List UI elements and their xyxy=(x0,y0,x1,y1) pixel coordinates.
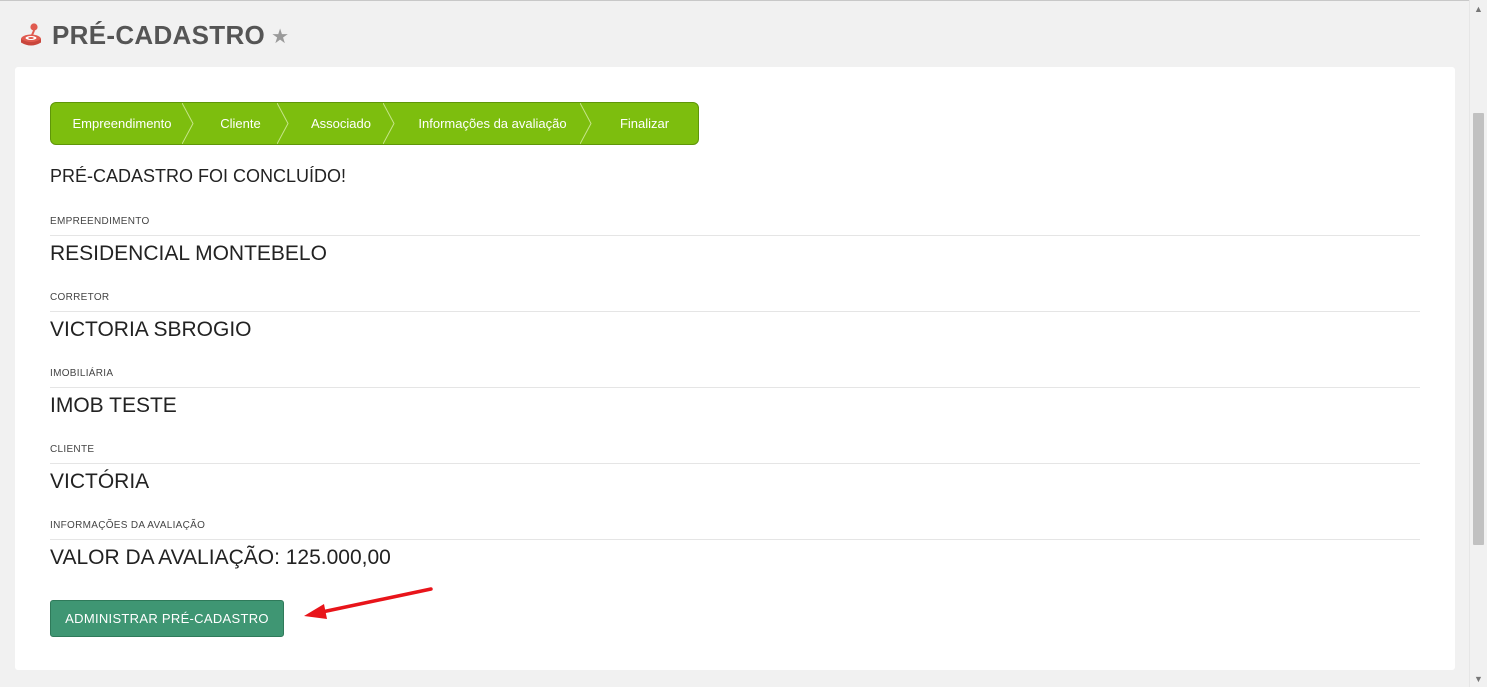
content-card: Empreendimento Cliente Associado Informa… xyxy=(15,67,1455,670)
field-label-informacoes-avaliacao: INFORMAÇÕES DA AVALIAÇÃO xyxy=(50,520,206,531)
completion-message: PRÉ-CADASTRO FOI CONCLUÍDO! xyxy=(50,166,347,186)
field-divider xyxy=(50,539,1420,540)
step-separator-icon xyxy=(383,103,395,144)
field-value-corretor: VICTORIA SBROGIO xyxy=(50,318,252,341)
field-value-imobiliaria: IMOB TESTE xyxy=(50,394,177,417)
wizard-step-informacoes-avaliacao[interactable]: Informações da avaliação xyxy=(394,103,592,144)
window-top-border xyxy=(0,0,1470,1)
field-label-empreendimento: EMPREENDIMENTO xyxy=(50,216,150,227)
scroll-down-icon[interactable]: ▼ xyxy=(1470,670,1487,687)
step-separator-icon xyxy=(580,103,592,144)
wizard-step-label: Associado xyxy=(311,116,371,131)
wizard-step-finalizar[interactable]: Finalizar xyxy=(591,103,698,144)
wizard-step-empreendimento[interactable]: Empreendimento xyxy=(51,103,194,144)
page-title: PRÉ-CADASTRO xyxy=(52,19,266,50)
wizard-step-cliente[interactable]: Cliente xyxy=(193,103,289,144)
scrollbar-thumb[interactable] xyxy=(1473,113,1484,545)
wizard-step-label: Informações da avaliação xyxy=(418,116,567,131)
step-separator-icon xyxy=(277,103,289,144)
field-value-avaliacao: VALOR DA AVALIAÇÃO: 125.000,00 xyxy=(50,546,391,569)
scroll-up-icon[interactable]: ▲ xyxy=(1470,0,1487,17)
page-header: PRÉ-CADASTRO ★ xyxy=(20,18,289,52)
administrar-pre-cadastro-button[interactable]: ADMINISTRAR PRÉ-CADASTRO xyxy=(50,600,284,637)
field-label-imobiliaria: IMOBILIÁRIA xyxy=(50,368,114,379)
field-divider xyxy=(50,387,1420,388)
field-label-cliente: CLIENTE xyxy=(50,444,95,455)
field-value-empreendimento: RESIDENCIAL MONTEBELO xyxy=(50,242,327,265)
wizard-step-label: Finalizar xyxy=(619,116,670,131)
field-value-cliente: VICTÓRIA xyxy=(50,470,150,493)
wizard-steps: Empreendimento Cliente Associado Informa… xyxy=(50,102,699,145)
field-divider xyxy=(50,235,1420,236)
wizard-step-associado[interactable]: Associado xyxy=(288,103,395,144)
annotation-arrow-icon xyxy=(304,587,433,619)
wizard-step-label: Empreendimento xyxy=(72,116,172,131)
wizard-step-label: Cliente xyxy=(220,116,261,131)
vertical-scrollbar[interactable]: ▲ ▼ xyxy=(1469,0,1487,687)
field-label-corretor: CORRETOR xyxy=(50,292,110,303)
field-divider xyxy=(50,311,1420,312)
joystick-icon xyxy=(21,23,41,46)
step-separator-icon xyxy=(182,103,194,144)
star-icon[interactable]: ★ xyxy=(271,24,289,49)
field-divider xyxy=(50,463,1420,464)
